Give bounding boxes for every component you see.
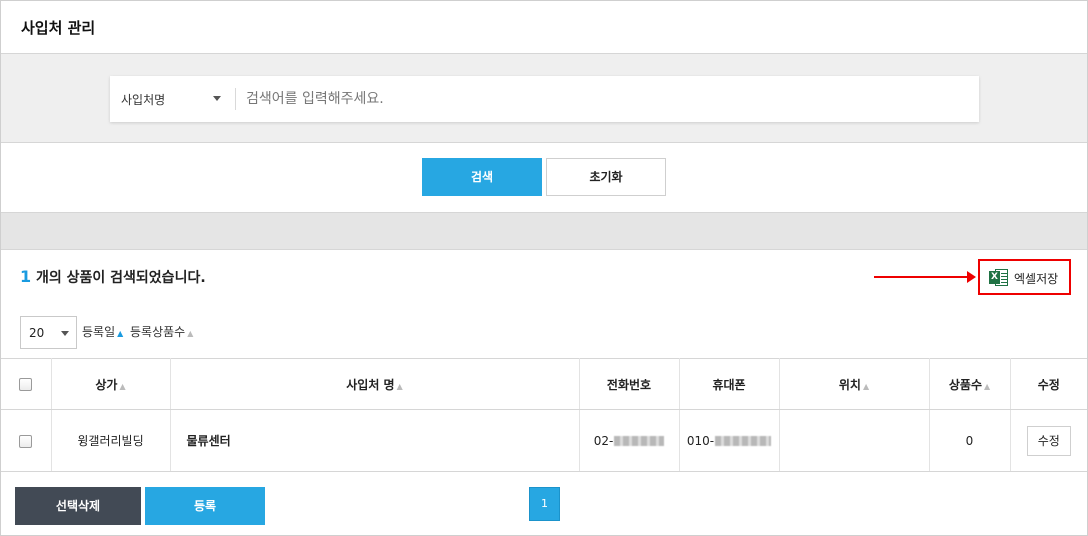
result-count: 1 xyxy=(20,267,32,286)
column-header-location[interactable]: 위치 ▲ xyxy=(779,358,930,410)
reset-button[interactable]: 초기화 xyxy=(546,158,666,196)
sort-asc-icon: ▲ xyxy=(983,381,991,391)
search-bar: 사입처명 xyxy=(110,76,979,122)
excel-badge: X xyxy=(989,271,1000,284)
row-select-cell xyxy=(1,409,52,472)
edit-button[interactable]: 수정 xyxy=(1026,425,1071,456)
page-title: 사입처 관리 xyxy=(21,19,96,37)
chevron-down-icon xyxy=(213,96,221,101)
sort-by-product-count[interactable]: 등록상품수 ▲ xyxy=(130,323,193,340)
column-header-mobile: 휴대폰 xyxy=(679,358,780,410)
redacted-mobile xyxy=(715,436,772,446)
supplier-table: 상가 ▲ 사입처 명 ▲ 전화번호 휴대폰 위치 ▲ 상품수 ▲ 수정 윙갤러리빌딩 물… xyxy=(1,358,1087,472)
search-actions: 검색 초기화 xyxy=(1,143,1087,213)
sort-by-date[interactable]: 등록일 ▲ xyxy=(82,323,123,340)
search-button[interactable]: 검색 xyxy=(422,158,542,196)
excel-icon: X xyxy=(989,268,1009,287)
phone-cell: 02- xyxy=(579,409,680,472)
header-select-all xyxy=(1,358,52,410)
search-field-select[interactable]: 사입처명 xyxy=(121,89,231,109)
location-cell xyxy=(779,409,930,472)
select-all-checkbox[interactable] xyxy=(19,378,33,391)
chevron-down-icon xyxy=(61,331,69,336)
result-summary: 1 개의 상품이 검색되었습니다. xyxy=(20,267,206,287)
column-header-name[interactable]: 사입처 명 ▲ xyxy=(170,358,580,410)
search-divider xyxy=(235,88,236,110)
excel-export-button[interactable]: X 엑셀저장 xyxy=(978,259,1071,295)
sort-asc-icon: ▲ xyxy=(119,381,126,391)
search-field-select-value: 사입처명 xyxy=(121,93,166,107)
column-header-phone: 전화번호 xyxy=(579,358,680,410)
column-header-market[interactable]: 상가 ▲ xyxy=(51,358,171,410)
table-row: 윙갤러리빌딩 물류센터 02- 010- 0 수정 xyxy=(1,409,1087,472)
sort-asc-icon: ▲ xyxy=(187,329,194,338)
annotation-arrow xyxy=(874,271,976,283)
search-panel: 사입처명 xyxy=(1,54,1087,143)
product-count-cell: 0 xyxy=(929,409,1011,472)
column-header-edit: 수정 xyxy=(1010,358,1087,410)
section-divider-band xyxy=(1,213,1087,250)
pagination-page-1[interactable]: 1 xyxy=(529,487,560,521)
sort-asc-icon: ▲ xyxy=(117,329,124,338)
supplier-name-cell: 물류센터 xyxy=(170,409,580,472)
sort-asc-icon: ▲ xyxy=(862,381,870,391)
edit-cell: 수정 xyxy=(1010,409,1087,472)
register-button[interactable]: 등록 xyxy=(145,487,265,525)
redacted-phone xyxy=(614,436,665,446)
sort-by-product-count-label: 등록상품수 xyxy=(130,325,186,339)
excel-export-label: 엑셀저장 xyxy=(1014,272,1059,286)
result-text: 개의 상품이 검색되었습니다. xyxy=(36,270,206,286)
phone-prefix: 02- xyxy=(593,433,614,448)
delete-selected-button[interactable]: 선택삭제 xyxy=(15,487,141,525)
mobile-cell: 010- xyxy=(679,409,780,472)
column-header-product-count[interactable]: 상품수 ▲ xyxy=(929,358,1011,410)
table-header-row: 상가 ▲ 사입처 명 ▲ 전화번호 휴대폰 위치 ▲ 상품수 ▲ 수정 xyxy=(1,358,1087,410)
mobile-prefix: 010- xyxy=(686,433,715,448)
search-input[interactable] xyxy=(246,85,946,113)
page-header: 사입처 관리 xyxy=(1,1,1087,54)
sort-asc-icon: ▲ xyxy=(396,381,403,391)
row-checkbox[interactable] xyxy=(19,434,33,448)
market-cell: 윙갤러리빌딩 xyxy=(51,409,171,472)
per-page-select[interactable]: 20 xyxy=(20,316,77,349)
per-page-value: 20 xyxy=(29,326,45,340)
sort-by-date-label: 등록일 xyxy=(82,325,116,339)
